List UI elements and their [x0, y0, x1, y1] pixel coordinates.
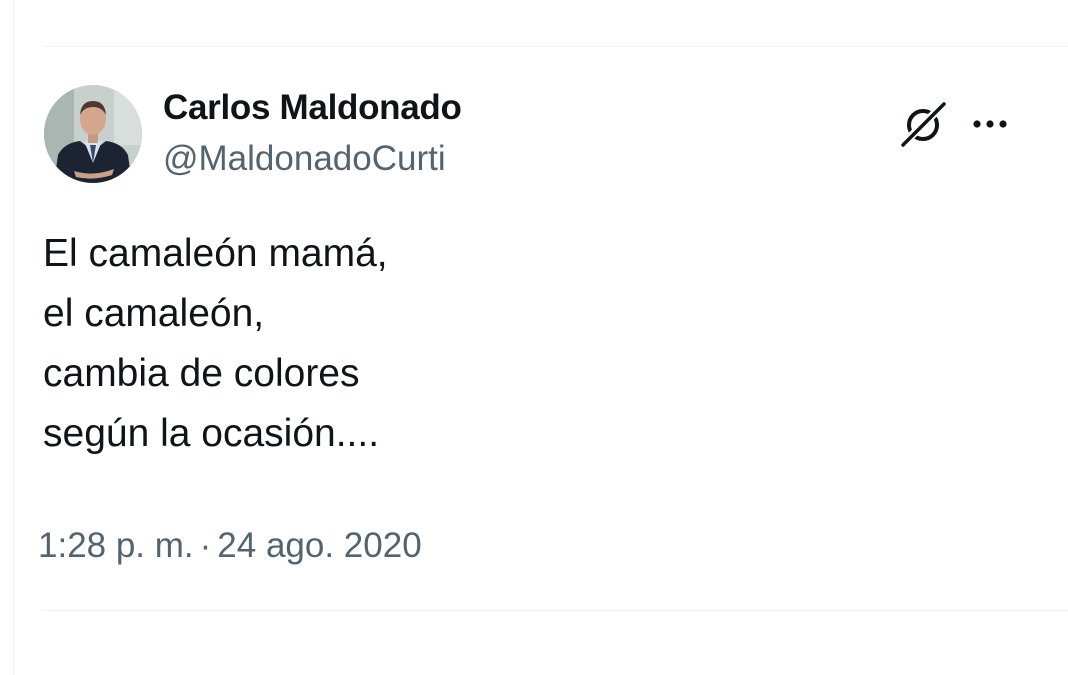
tweet-text-line: el camaleón, [43, 292, 265, 335]
tweet-text-line: El camaleón mamá, [43, 232, 388, 275]
grok-button[interactable] [897, 99, 949, 151]
author-display-name[interactable]: Carlos Maldonado [163, 88, 462, 128]
author-handle[interactable]: @MaldonadoCurti [163, 139, 446, 179]
grok-icon [897, 99, 949, 150]
tweet-time: 1:28 p. m. [38, 526, 194, 565]
tweet-date: 24 ago. 2020 [217, 526, 422, 565]
tweet-timestamp[interactable]: 1:28 p. m. · 24 ago. 2020 [38, 526, 422, 566]
tweet-page: Carlos Maldonado @MaldonadoCurti El cama… [0, 0, 1068, 675]
avatar[interactable] [44, 85, 142, 183]
bottom-divider [43, 610, 1068, 611]
tweet-text-line: según la ocasión.... [43, 412, 380, 455]
more-options-button[interactable] [968, 104, 1014, 144]
top-divider [43, 46, 1068, 47]
column-left-border [13, 0, 14, 675]
tweet-text-line: cambia de colores [43, 352, 360, 395]
meta-separator: · [199, 526, 212, 565]
tweet-text: El camaleón mamá, el camaleón, cambia de… [43, 224, 943, 464]
more-options-icon [973, 120, 1007, 128]
